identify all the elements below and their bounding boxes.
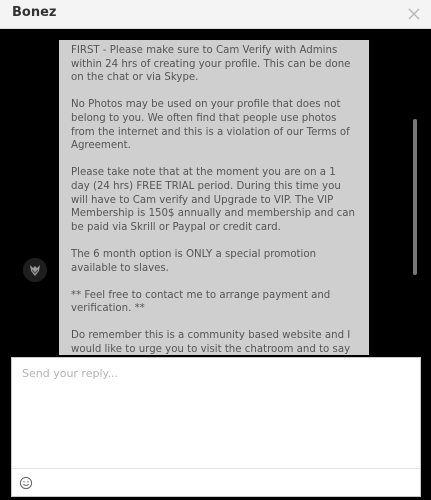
composer-footer bbox=[12, 468, 420, 496]
chat-area[interactable]: FIRST - Please make sure to Cam Verify w… bbox=[0, 29, 431, 355]
window-title: Bonez bbox=[12, 5, 57, 20]
message-bubble: FIRST - Please make sure to Cam Verify w… bbox=[59, 40, 369, 355]
message-paragraph: ** Feel free to contact me to arrange pa… bbox=[71, 289, 331, 315]
chat-scrollbar[interactable] bbox=[413, 119, 417, 275]
emoji-icon[interactable] bbox=[19, 475, 33, 490]
reply-composer bbox=[11, 357, 421, 497]
message-paragraph: Please take note that at the moment you … bbox=[71, 167, 355, 233]
message-paragraph: No Photos may be used on your profile th… bbox=[71, 99, 350, 152]
close-icon[interactable] bbox=[406, 5, 422, 23]
reply-input[interactable] bbox=[12, 358, 420, 468]
message-paragraph: FIRST - Please make sure to Cam Verify w… bbox=[71, 45, 351, 84]
message-paragraph: Do remember this is a community based we… bbox=[71, 330, 351, 355]
window-header: Bonez bbox=[0, 0, 431, 29]
avatar[interactable] bbox=[23, 258, 47, 282]
message-paragraph: The 6 month option is ONLY a special pro… bbox=[71, 248, 317, 274]
